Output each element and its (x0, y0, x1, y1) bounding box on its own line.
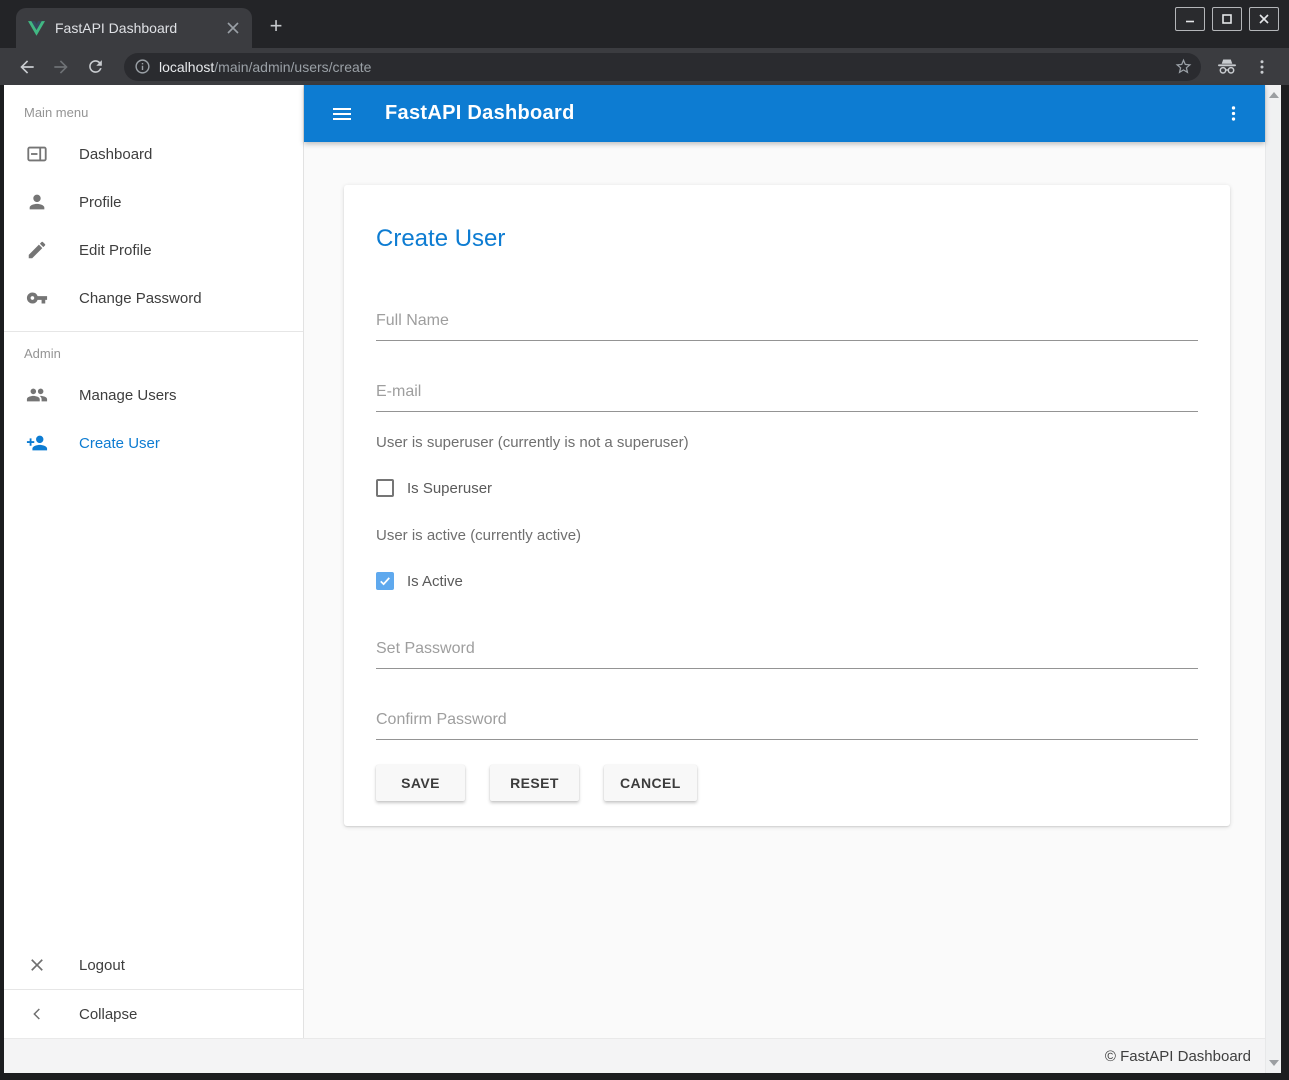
sidebar-item-label: Change Password (79, 290, 202, 307)
sidebar-item-label: Create User (79, 435, 160, 452)
sidebar-item-label: Profile (79, 194, 122, 211)
bookmark-star-icon[interactable] (1174, 57, 1193, 76)
reset-button[interactable]: RESET (490, 765, 579, 801)
set-password-field (376, 640, 1198, 669)
sidebar-section-admin: Admin (4, 332, 303, 371)
form-buttons: SAVE RESET CANCEL (376, 765, 1198, 801)
new-tab-button[interactable]: + (262, 12, 290, 40)
sidebar-spacer (4, 467, 303, 941)
people-icon (25, 383, 49, 407)
browser-menu-icon[interactable] (1253, 58, 1271, 76)
url-path: /main/admin/users/create (214, 59, 371, 75)
person-icon (25, 190, 49, 214)
app-title: FastAPI Dashboard (385, 102, 575, 125)
cancel-button[interactable]: CANCEL (604, 765, 697, 801)
url-text[interactable]: localhost/main/admin/users/create (159, 59, 1174, 75)
page-scrollbar[interactable] (1265, 85, 1281, 1073)
page-footer: © FastAPI Dashboard (4, 1038, 1265, 1073)
sidebar-item-create-user[interactable]: Create User (4, 419, 303, 467)
minimize-button[interactable] (1175, 7, 1205, 31)
confirm-password-field (376, 711, 1198, 740)
sidebar-item-label: Dashboard (79, 146, 152, 163)
maximize-button[interactable] (1212, 7, 1242, 31)
close-window-button[interactable] (1249, 7, 1279, 31)
active-checkbox-row[interactable]: Is Active (376, 572, 1198, 590)
incognito-icon (1215, 55, 1239, 79)
page-info-icon[interactable] (134, 58, 151, 75)
back-icon[interactable] (15, 55, 39, 79)
key-icon (25, 286, 49, 310)
scroll-up-arrow-icon[interactable] (1269, 92, 1279, 98)
sidebar-item-label: Manage Users (79, 387, 177, 404)
active-checkbox[interactable] (376, 572, 394, 590)
active-hint: User is active (currently active) (376, 527, 1198, 544)
browser-window: FastAPI Dashboard + (0, 0, 1289, 1080)
sidebar-item-collapse[interactable]: Collapse (4, 990, 303, 1038)
sidebar-item-profile[interactable]: Profile (4, 178, 303, 226)
superuser-checkbox-label: Is Superuser (407, 480, 492, 497)
hamburger-menu-icon[interactable] (330, 102, 354, 126)
window-controls (1175, 7, 1279, 31)
sidebar-item-manage-users[interactable]: Manage Users (4, 371, 303, 419)
full-name-input[interactable] (376, 312, 1198, 341)
sidebar-item-label: Collapse (79, 1006, 137, 1023)
confirm-password-input[interactable] (376, 711, 1198, 740)
reload-icon[interactable] (83, 55, 107, 79)
address-bar[interactable]: localhost/main/admin/users/create (124, 53, 1201, 81)
sidebar: Main menu Dashboard Profile (4, 85, 304, 1038)
tab-title: FastAPI Dashboard (55, 20, 224, 36)
email-field (376, 383, 1198, 412)
page-title: Create User (376, 225, 1198, 253)
content-area: Create User User is superuser (currently… (304, 142, 1265, 1038)
browser-tab[interactable]: FastAPI Dashboard (16, 8, 252, 48)
superuser-checkbox-row[interactable]: Is Superuser (376, 479, 1198, 497)
page: Main menu Dashboard Profile (4, 85, 1281, 1073)
url-host: localhost (159, 59, 214, 75)
copyright-text: © FastAPI Dashboard (1105, 1048, 1251, 1065)
app-bar: FastAPI Dashboard (304, 85, 1265, 142)
set-password-input[interactable] (376, 640, 1198, 669)
main-area: FastAPI Dashboard Create User (304, 85, 1265, 1038)
app-menu-icon[interactable] (1221, 102, 1245, 126)
close-icon (25, 953, 49, 977)
chevron-left-icon (25, 1002, 49, 1026)
full-name-field (376, 312, 1198, 341)
forward-icon[interactable] (49, 55, 73, 79)
browser-toolbar: localhost/main/admin/users/create (0, 48, 1289, 85)
save-button[interactable]: SAVE (376, 765, 465, 801)
create-user-card: Create User User is superuser (currently… (344, 185, 1230, 826)
email-input[interactable] (376, 383, 1198, 412)
active-checkbox-label: Is Active (407, 573, 463, 590)
toolbar-right (1215, 55, 1271, 79)
sidebar-item-label: Logout (79, 957, 125, 974)
person-add-icon (25, 431, 49, 455)
browser-titlebar: FastAPI Dashboard + (0, 0, 1289, 48)
tab-close-icon[interactable] (224, 19, 242, 37)
sidebar-item-edit-profile[interactable]: Edit Profile (4, 226, 303, 274)
dashboard-icon (25, 142, 49, 166)
scroll-down-arrow-icon[interactable] (1269, 1060, 1279, 1066)
sidebar-item-dashboard[interactable]: Dashboard (4, 130, 303, 178)
sidebar-section-main-menu: Main menu (4, 97, 303, 130)
superuser-checkbox[interactable] (376, 479, 394, 497)
pencil-icon (25, 238, 49, 262)
sidebar-item-logout[interactable]: Logout (4, 941, 303, 989)
sidebar-item-change-password[interactable]: Change Password (4, 274, 303, 322)
sidebar-item-label: Edit Profile (79, 242, 152, 259)
superuser-hint: User is superuser (currently is not a su… (376, 434, 1198, 451)
vue-logo-icon (28, 21, 45, 36)
